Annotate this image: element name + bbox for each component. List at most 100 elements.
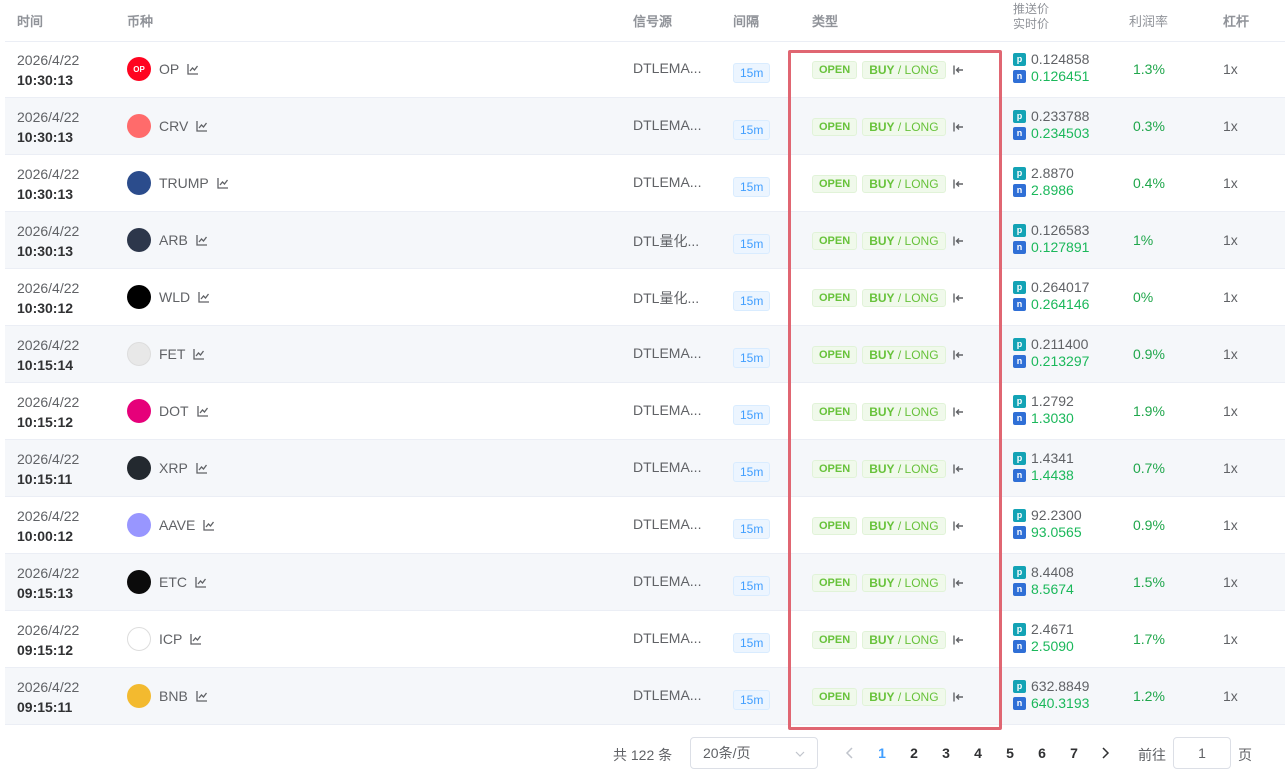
close-position-icon[interactable] [952,520,964,532]
chevron-right-icon[interactable] [1100,747,1110,759]
coin-name: CRV [159,118,189,134]
column-header-profit[interactable]: 利润率 [1129,11,1168,30]
long-label: LONG [904,291,939,305]
leverage: 1x [1223,688,1238,704]
coin-name: OP [159,61,180,77]
column-header-type[interactable]: 类型 [812,11,838,30]
buy-label: BUY [869,462,895,476]
close-position-icon[interactable] [952,64,964,76]
trend-chart-icon[interactable] [190,633,202,645]
direction-separator: / [894,234,905,248]
open-tag: OPEN [812,61,858,79]
column-header-interval[interactable]: 间隔 [733,11,759,30]
coin-logo-icon [127,342,151,366]
coin-name: FET [159,346,186,362]
close-position-icon[interactable] [952,121,964,133]
leverage: 1x [1223,61,1238,77]
direction-separator: / [894,177,905,191]
row-time: 10:15:12 [17,414,74,430]
table-row[interactable]: 2026/4/22 10:30:12 WLD DTL量化... 15m OPEN BUY /… [5,269,1285,326]
close-position-icon[interactable] [952,349,964,361]
open-tag: OPEN [812,574,858,592]
push-price-badge: p [1013,224,1026,237]
table-row[interactable]: 2026/4/22 09:15:13 ETC DTLEMA... 15m OPEN BUY … [5,554,1285,611]
buy-label: BUY [869,63,895,77]
table-row[interactable]: 2026/4/22 09:15:11 BNB DTLEMA... 15m OPEN BUY … [5,668,1285,725]
coin-logo-icon [127,114,151,138]
close-position-icon[interactable] [952,235,964,247]
page-number-1[interactable]: 1 [872,745,892,761]
page-number-6[interactable]: 6 [1032,745,1052,761]
chevron-down-icon [795,751,805,757]
chevron-left-icon[interactable] [845,747,855,759]
live-price-badge: n [1013,583,1026,596]
trend-chart-icon[interactable] [193,348,205,360]
open-tag: OPEN [812,460,858,478]
table-row[interactable]: 2026/4/22 10:15:14 FET DTLEMA... 15m OPEN BUY … [5,326,1285,383]
trend-chart-icon[interactable] [196,462,208,474]
open-tag: OPEN [812,346,858,364]
close-position-icon[interactable] [952,178,964,190]
trend-chart-icon[interactable] [187,63,199,75]
signal-source: DTLEMA... [633,573,702,589]
table-row[interactable]: 2026/4/22 09:15:12 ICP DTLEMA... 15m OPEN BUY … [5,611,1285,668]
buy-label: BUY [869,291,895,305]
page-number-5[interactable]: 5 [1000,745,1020,761]
close-position-icon[interactable] [952,463,964,475]
close-position-icon[interactable] [952,577,964,589]
page-size-select[interactable]: 20条/页 [690,737,818,769]
trend-chart-icon[interactable] [195,576,207,588]
close-position-icon[interactable] [952,406,964,418]
time-cell: 2026/4/22 10:30:13 [17,164,79,204]
table-row[interactable]: 2026/4/22 10:30:13 CRV DTLEMA... 15m OPEN BUY … [5,98,1285,155]
live-price-badge: n [1013,469,1026,482]
close-position-icon[interactable] [952,634,964,646]
goto-page-suffix: 页 [1238,747,1252,763]
page-number-3[interactable]: 3 [936,745,956,761]
live-price: 0.264146 [1031,296,1090,312]
live-price-badge: n [1013,241,1026,254]
column-header-price[interactable]: 推送价 实时价 [1013,2,1049,32]
profit-rate: 1.2% [1133,688,1165,704]
long-label: LONG [904,519,939,533]
page-number-7[interactable]: 7 [1064,745,1084,761]
table-row[interactable]: 2026/4/22 10:30:13 OP OP DTLEMA... 15m OPEN BUY… [5,41,1285,98]
leverage: 1x [1223,289,1238,305]
column-header-time[interactable]: 时间 [17,11,43,30]
live-price: 2.5090 [1031,638,1074,654]
direction-separator: / [894,462,905,476]
trend-chart-icon[interactable] [196,120,208,132]
page-number-4[interactable]: 4 [968,745,988,761]
table-row[interactable]: 2026/4/22 10:30:13 TRUMP DTLEMA... 15m OPEN BU… [5,155,1285,212]
column-header-coin[interactable]: 币种 [127,11,153,30]
table-row[interactable]: 2026/4/22 10:15:12 DOT DTLEMA... 15m OPEN BUY … [5,383,1285,440]
coin-name: XRP [159,460,188,476]
push-price-badge: p [1013,110,1026,123]
interval-tag: 15m [733,576,771,596]
close-position-icon[interactable] [952,292,964,304]
signal-source: DTLEMA... [633,459,702,475]
coin-logo-icon [127,456,151,480]
trend-chart-icon[interactable] [203,519,215,531]
time-cell: 2026/4/22 10:15:12 [17,392,79,432]
goto-page-input[interactable] [1173,737,1231,769]
live-price-badge: n [1013,355,1026,368]
table-row[interactable]: 2026/4/22 10:00:12 AAVE DTLEMA... 15m OPEN BUY… [5,497,1285,554]
open-tag: OPEN [812,517,858,535]
close-position-icon[interactable] [952,691,964,703]
trend-chart-icon[interactable] [196,405,209,417]
table-row[interactable]: 2026/4/22 10:15:11 XRP DTLEMA... 15m OPEN BUY … [5,440,1285,497]
column-header-source[interactable]: 信号源 [633,11,672,30]
table-row[interactable]: 2026/4/22 10:30:13 ARB DTL量化... 15m OPEN BUY /… [5,212,1285,269]
trend-chart-icon[interactable] [196,234,208,246]
trend-chart-icon[interactable] [198,291,210,303]
trend-chart-icon[interactable] [217,177,229,189]
push-price: 0.233788 [1031,108,1090,124]
coin-cell: ARB [127,228,208,252]
direction-separator: / [894,63,905,77]
trend-chart-icon[interactable] [196,690,208,702]
page-number-2[interactable]: 2 [904,745,924,761]
page-size-value: 20条/页 [703,745,751,761]
open-tag: OPEN [812,118,858,136]
column-header-leverage[interactable]: 杠杆 [1223,11,1249,30]
